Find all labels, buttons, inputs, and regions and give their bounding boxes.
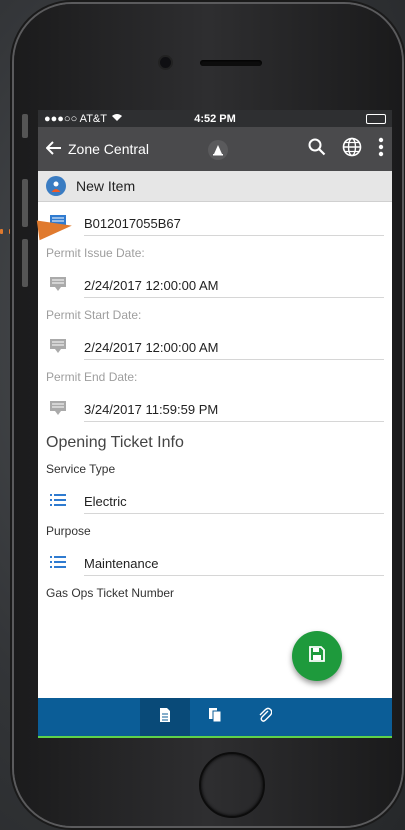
attachments-tab[interactable]	[240, 698, 290, 736]
permit-start-date-row: 2/24/2017 12:00:00 AM	[46, 326, 384, 366]
service-type-field[interactable]: Electric	[84, 486, 384, 514]
permit-end-date-row: 3/24/2017 11:59:59 PM	[46, 388, 384, 428]
document-icon	[159, 707, 171, 727]
calendar-icon	[46, 276, 70, 292]
globe-icon[interactable]	[342, 137, 362, 162]
mute-switch	[22, 114, 28, 138]
home-button[interactable]	[199, 752, 265, 818]
record-header: New Item	[38, 171, 392, 202]
back-arrow-icon[interactable]	[45, 139, 62, 160]
service-type-row: Electric	[46, 480, 384, 520]
list-icon	[46, 494, 70, 506]
earpiece-speaker	[200, 60, 262, 66]
battery-icon	[366, 114, 386, 124]
permit-issue-date-field[interactable]: 2/24/2017 12:00:00 AM	[84, 270, 384, 298]
gas-ops-ticket-label: Gas Ops Ticket Number	[46, 586, 175, 600]
service-type-label: Service Type	[46, 462, 116, 476]
purpose-label: Purpose	[46, 524, 91, 538]
related-tab[interactable]	[190, 698, 240, 736]
app-screen: ●●●○○ AT&T 4:52 PM Zone Central New Item…	[38, 110, 392, 738]
permit-form: B012017055B67 Permit Issue Date: 2/24/20…	[38, 202, 392, 604]
permit-start-date-field[interactable]: 2/24/2017 12:00:00 AM	[84, 332, 384, 360]
permit-end-date-field[interactable]: 3/24/2017 11:59:59 PM	[84, 394, 384, 422]
volume-up-button	[22, 179, 28, 227]
app-bar: Zone Central	[38, 127, 392, 171]
permit-number-row: B012017055B67	[46, 202, 384, 242]
purpose-row: Maintenance	[46, 542, 384, 582]
permit-end-date-label: Permit End Date:	[46, 370, 138, 384]
section-title: Opening Ticket Info	[46, 434, 184, 451]
calendar-icon	[46, 400, 70, 416]
details-tab[interactable]	[140, 698, 190, 736]
permit-start-date-label: Permit Start Date:	[46, 308, 142, 322]
status-bar: ●●●○○ AT&T 4:52 PM	[38, 110, 392, 127]
calendar-icon	[46, 338, 70, 354]
permit-issue-date-label: Permit Issue Date:	[46, 246, 145, 260]
status-time: 4:52 PM	[194, 112, 236, 125]
save-icon	[308, 645, 326, 668]
save-button[interactable]	[292, 631, 342, 681]
more-options-icon[interactable]	[378, 137, 384, 162]
purpose-field[interactable]: Maintenance	[84, 548, 384, 576]
front-camera	[160, 57, 171, 68]
worker-avatar-icon	[46, 176, 66, 196]
app-title: Zone Central	[68, 141, 149, 157]
list-icon	[46, 556, 70, 568]
permit-issue-date-row: 2/24/2017 12:00:00 AM	[46, 264, 384, 304]
cone-icon	[208, 140, 228, 160]
paperclip-icon	[258, 707, 273, 728]
search-icon[interactable]	[308, 138, 326, 161]
bottom-nav	[38, 698, 392, 738]
permit-number-field[interactable]: B012017055B67	[84, 208, 384, 236]
copy-icon	[208, 707, 222, 727]
record-name: New Item	[76, 178, 136, 194]
volume-down-button	[22, 239, 28, 287]
